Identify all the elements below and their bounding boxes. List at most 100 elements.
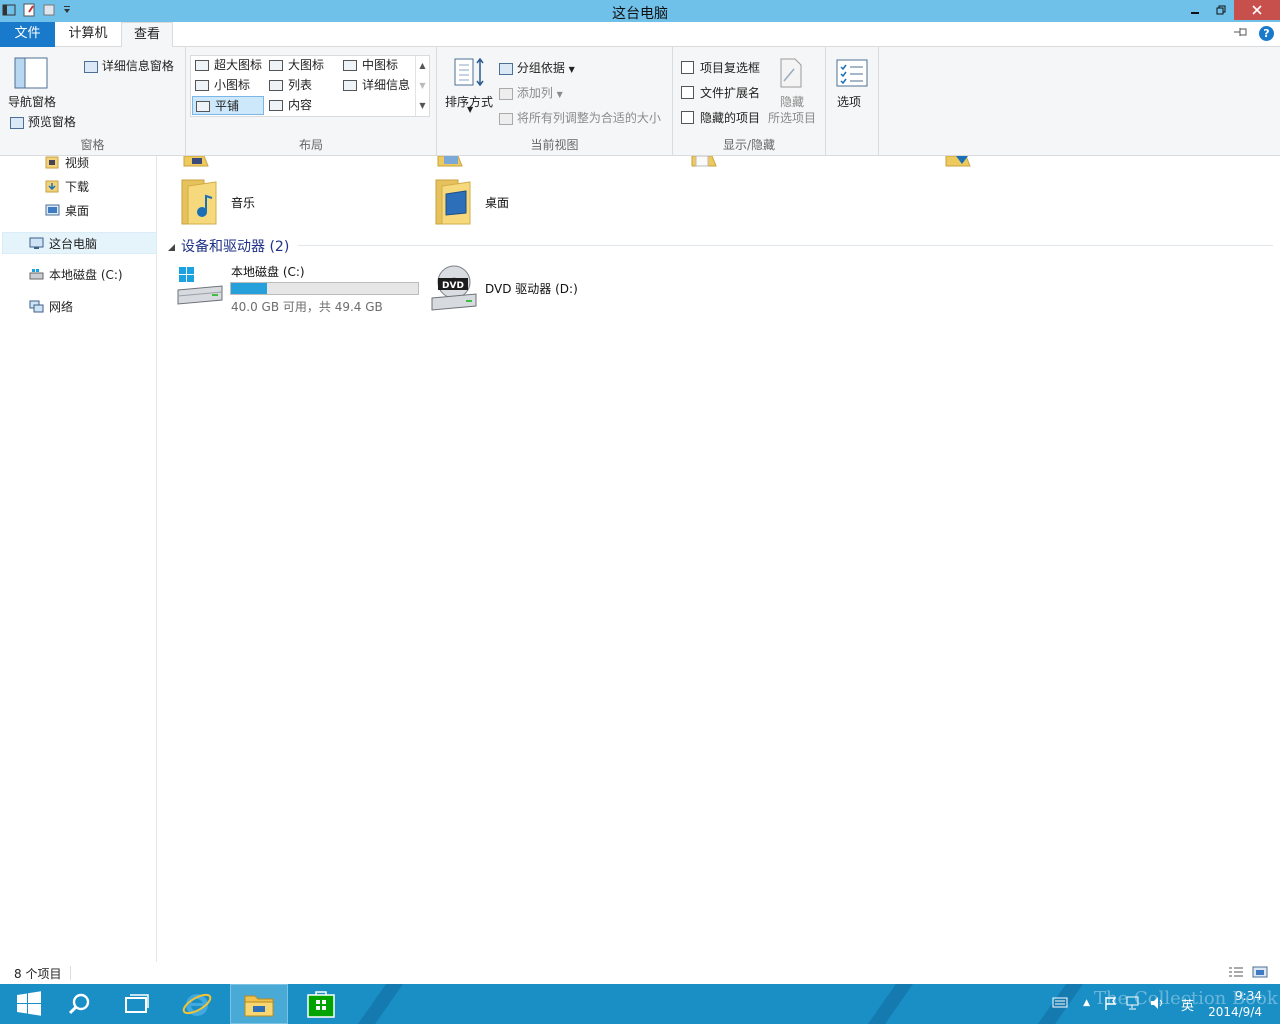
sort-by-dropdown-icon[interactable]: ▼ [467,105,473,114]
title-bar: 这台电脑 [0,0,1280,22]
internet-explorer-button[interactable] [168,984,226,1024]
fit-columns-icon [499,112,513,125]
windows-logo-icon [17,991,41,1016]
layout-extra-large-icons[interactable]: 超大图标 [192,56,262,75]
item-checkboxes-checkbox[interactable] [681,61,694,74]
navigation-pane-button[interactable]: 导航窗格 [8,93,56,110]
hide-selected-icon[interactable] [779,57,803,92]
hidden-items-label[interactable]: 隐藏的项目 [700,109,760,126]
partial-folder-icon[interactable] [182,155,218,173]
sort-by-icon[interactable] [453,57,487,92]
search-icon [68,993,90,1015]
group-by-dropdown-icon: ▼ [568,65,575,74]
layout-tiles[interactable]: 平铺 [192,96,264,115]
hidden-items-checkbox[interactable] [681,111,694,124]
window-controls [1182,0,1280,22]
close-button[interactable] [1234,0,1280,20]
layout-item-label: 列表 [288,78,313,92]
layout-details[interactable]: 详细信息 [340,76,410,95]
hide-selected-label-2[interactable]: 所选项目 [768,109,816,126]
this-pc-icon [29,237,44,249]
options-icon[interactable] [836,59,868,90]
fit-columns-button[interactable]: 将所有列调整为合适的大小 [499,109,661,126]
group-by-button[interactable]: 分组依据 ▼ [499,59,575,76]
layout-list[interactable]: 列表 [266,76,312,95]
tab-view[interactable]: 查看 [121,22,173,48]
medium-icons-icon [343,60,357,71]
pin-ribbon-icon[interactable] [1233,26,1249,41]
tab-file[interactable]: 文件 [0,22,55,47]
restore-icon [1216,5,1226,15]
desktop-folder-icon [435,179,471,225]
panes-group-label: 窗格 [80,138,105,152]
nav-label: 桌面 [65,204,90,218]
layout-content[interactable]: 内容 [266,96,312,115]
layout-small-icons[interactable]: 小图标 [192,76,250,95]
drive-free-space: 40.0 GB 可用，共 49.4 GB [231,300,383,314]
help-icon[interactable]: ? [1259,26,1274,41]
navigation-pane-icon[interactable] [14,57,48,92]
hide-selected-label-1[interactable]: 隐藏 [780,93,804,110]
tab-computer[interactable]: 计算机 [55,22,121,47]
expand-gallery-icon[interactable]: ▼ [416,96,429,116]
layout-gallery: 超大图标 大图标 中图标 小图标 列表 详细信息 平铺 内容 ▲ ▼ ▼ [190,55,430,117]
file-explorer-button[interactable] [230,984,288,1024]
ribbon-group-current-view: 排序方式 ▼ 分组依据 ▼ 添加列 ▼ 将所有列调整为合适的大小 当前视图 [437,47,673,156]
minimize-icon [1191,12,1199,14]
scroll-up-icon[interactable]: ▲ [416,56,429,76]
preview-pane-icon [10,116,24,129]
clock[interactable]: 9:34 2014/9/4 [1208,988,1262,1020]
tiles-icon [196,101,210,112]
add-column-dropdown-icon: ▼ [556,90,563,99]
nav-label: 下载 [65,180,90,194]
options-button[interactable]: 选项 [837,93,861,110]
nav-item-this-pc[interactable]: 这台电脑 [2,232,157,254]
add-column-button[interactable]: 添加列 ▼ [499,84,563,101]
downloads-folder-icon [45,180,59,193]
status-bar: 8 个项目 [0,962,1280,984]
details-pane-button[interactable]: 详细信息窗格 [84,57,174,74]
folder-label: 音乐 [231,196,256,210]
ime-indicator[interactable]: 英 [1181,995,1194,1014]
add-column-label: 添加列 [516,86,553,100]
details-icon [343,80,357,91]
large-icons-view-icon[interactable] [1252,966,1268,981]
restore-button[interactable] [1208,0,1234,20]
action-center-flag-icon[interactable] [1104,996,1118,1013]
show-hidden-icons-icon[interactable]: ▲ [1083,998,1090,1008]
devices-section-header[interactable]: 设备和驱动器 (2) [181,236,289,256]
nav-label: 网络 [49,300,74,314]
layout-medium-icons[interactable]: 中图标 [340,56,398,75]
drive-usage-fill [231,283,267,294]
scroll-down-icon[interactable]: ▼ [416,76,429,96]
nav-label: 本地磁盘 (C:) [49,268,123,282]
layout-item-label: 小图标 [214,78,251,92]
group-by-icon [499,62,513,75]
nav-label: 视频 [65,156,90,170]
ribbon: 导航窗格 预览窗格 详细信息窗格 窗格 布局 超大图标 大图标 中图标 小图标 … [0,47,1280,156]
ribbon-group-options: 选项 [826,47,879,156]
list-icon [269,80,283,91]
collapse-section-icon[interactable] [168,241,176,255]
store-button[interactable] [292,984,350,1024]
taskbar: The Collection Book ▲ 英 9:34 2014/9/4 [0,984,1280,1024]
volume-icon[interactable] [1150,996,1166,1013]
file-extensions-checkbox[interactable] [681,86,694,99]
dvd-drive-icon: DVD [431,265,477,311]
partial-folder-icon[interactable] [690,155,726,173]
file-explorer-icon [244,995,274,1017]
network-tray-icon[interactable] [1126,996,1142,1013]
details-view-icon[interactable] [1228,966,1244,981]
minimize-button[interactable] [1182,0,1208,20]
keyboard-icon[interactable] [1052,996,1068,1011]
layout-large-icons[interactable]: 大图标 [266,56,324,75]
layout-gallery-scroll[interactable]: ▲ ▼ ▼ [415,56,429,116]
partial-folder-icon[interactable] [436,155,472,173]
preview-pane-button[interactable]: 预览窗格 [10,113,76,130]
task-view-button[interactable] [108,984,166,1024]
file-extensions-label[interactable]: 文件扩展名 [700,84,760,101]
item-checkboxes-label[interactable]: 项目复选框 [700,59,760,76]
search-button[interactable] [50,984,108,1024]
partial-folder-icon[interactable] [944,155,980,173]
preview-pane-label: 预览窗格 [27,115,76,129]
